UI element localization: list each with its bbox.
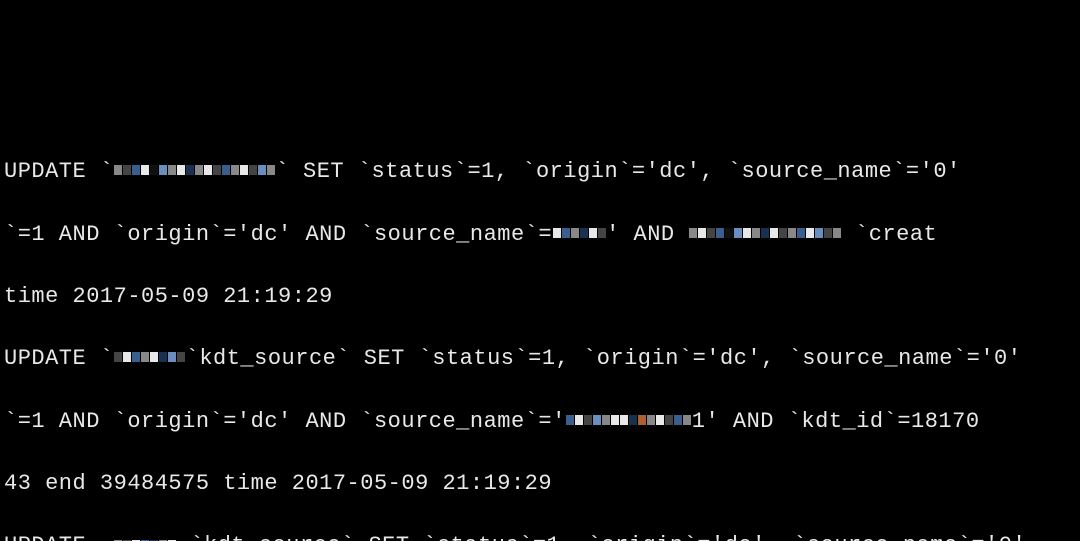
redacted-db-name <box>114 156 276 187</box>
terminal-output: UPDATE ` ` SET `status`=1, `origin`='dc',… <box>4 125 1076 541</box>
sql-text: `=1 AND `origin`='dc' AND `source_name`= <box>4 222 552 247</box>
log-line: UPDATE ` `kdt_source` SET `status`=1, `or… <box>4 343 1076 375</box>
log-line: time 2017-05-09 21:19:29 <box>4 282 1076 313</box>
sql-text: .`kdt_source` SET `status`=1, `origin`='… <box>177 534 1027 541</box>
sql-text: UPDATE <box>4 534 114 541</box>
sql-text: ` SET `status`=1, `origin`='dc', `source… <box>276 159 961 184</box>
sql-text: UPDATE ` <box>4 346 114 371</box>
sql-text: ' AND <box>606 222 688 247</box>
redacted-condition <box>688 219 841 250</box>
log-line: `=1 AND `origin`='dc' AND `source_name`=… <box>4 219 1076 251</box>
sql-text: `creat <box>841 222 937 247</box>
redacted-value <box>552 219 606 250</box>
timestamp-text: 43 end 39484575 time 2017-05-09 21:19:29 <box>4 471 552 496</box>
log-line: `=1 AND `origin`='dc' AND `source_name`=… <box>4 406 1076 438</box>
sql-text: `=1 AND `origin`='dc' AND `source_name`=… <box>4 409 566 434</box>
timestamp-text: time 2017-05-09 21:19:29 <box>4 284 333 309</box>
sql-text: 1' AND `kdt_id`=18170 <box>692 409 980 434</box>
redacted-db-name <box>114 343 186 374</box>
log-line: UPDATE ` ` SET `status`=1, `origin`='dc',… <box>4 156 1076 188</box>
sql-text: `kdt_source` SET `status`=1, `origin`='d… <box>186 346 1022 371</box>
log-line: 43 end 39484575 time 2017-05-09 21:19:29 <box>4 469 1076 500</box>
log-line: UPDATE .`kdt_source` SET `status`=1, `or… <box>4 530 1076 541</box>
redacted-value <box>566 406 692 437</box>
sql-text: UPDATE ` <box>4 159 114 184</box>
redacted-db-name <box>114 530 177 541</box>
